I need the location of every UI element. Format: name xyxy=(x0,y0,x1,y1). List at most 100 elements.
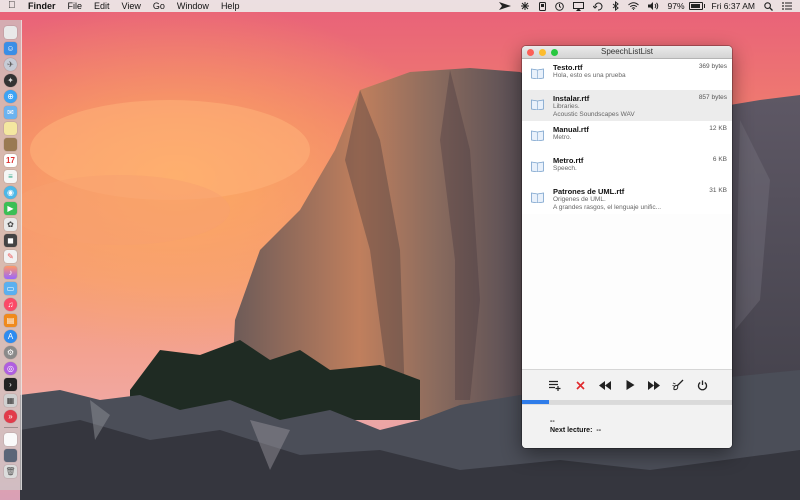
list-item[interactable]: Manual.rtf 12 KB Metro. xyxy=(522,121,732,152)
time-machine-icon[interactable] xyxy=(592,2,603,11)
document-icon xyxy=(531,161,544,172)
brush-icon[interactable] xyxy=(670,377,686,393)
close-window-button[interactable] xyxy=(527,49,534,56)
next-lecture-value: -- xyxy=(596,427,602,434)
window-titlebar[interactable]: SpeechListList xyxy=(522,46,732,59)
trash-icon[interactable]: 🗑 xyxy=(4,464,17,478)
ibooks-icon[interactable]: ▤ xyxy=(4,313,17,327)
drive-icon[interactable] xyxy=(538,1,546,11)
document-icon xyxy=(531,99,544,110)
wifi-icon[interactable] xyxy=(627,2,639,10)
file-name: Testo.rtf xyxy=(553,63,583,72)
messages-icon[interactable]: ◉ xyxy=(4,185,17,199)
list-item[interactable]: Instalar.rtf 857 bytes Libraries. Acoust… xyxy=(522,90,732,121)
battery-fill xyxy=(690,4,701,8)
file-preview-line: A grandes rasgos, el lenguaje unific... xyxy=(553,204,662,211)
menu-app-name[interactable]: Finder xyxy=(28,0,56,12)
traffic-lights xyxy=(527,49,563,56)
speech-list-window: SpeechListList Testo.rtf 369 bytes Hola,… xyxy=(522,46,732,448)
battery-icon[interactable] xyxy=(688,2,705,10)
zoom-window-button[interactable] xyxy=(551,49,558,56)
photo-booth-icon[interactable]: ◼ xyxy=(4,233,17,247)
notes-icon[interactable] xyxy=(4,121,17,135)
mail-icon[interactable]: ✉ xyxy=(4,105,17,119)
safari-icon[interactable]: ⊕ xyxy=(4,89,17,103)
file-name: Instalar.rtf xyxy=(553,94,590,103)
contacts-icon[interactable] xyxy=(4,137,17,151)
file-size: 31 KB xyxy=(709,187,727,194)
file-size: 857 bytes xyxy=(698,94,727,101)
podcast-icon[interactable]: ◎ xyxy=(4,361,17,375)
file-name: Metro.rtf xyxy=(553,156,584,165)
terminal-icon[interactable]: › xyxy=(4,377,17,391)
timer-icon[interactable] xyxy=(554,1,564,11)
dock-separator xyxy=(3,427,18,428)
notification-center-icon[interactable] xyxy=(782,2,792,10)
file-preview-line: Libraries. xyxy=(553,103,580,110)
file-size: 12 KB xyxy=(709,125,727,132)
file-preview-line: Acoustic Soundscapes WAV xyxy=(553,111,635,118)
window-title: SpeechListList xyxy=(600,47,654,56)
clock[interactable]: Fri 6:37 AM xyxy=(712,0,755,12)
calendar-icon[interactable]: 17 xyxy=(4,153,17,167)
current-lecture: -- xyxy=(550,418,555,425)
launchpad-icon[interactable]: ✈ xyxy=(4,57,17,71)
menu-edit[interactable]: Edit xyxy=(94,0,110,12)
finder-icon[interactable] xyxy=(4,25,17,39)
bluetooth-icon[interactable] xyxy=(520,2,530,10)
menu-window[interactable]: Window xyxy=(177,0,209,12)
app-store-icon[interactable]: A xyxy=(4,329,17,343)
playlist-icon[interactable] xyxy=(547,377,563,393)
menu-view[interactable]: View xyxy=(122,0,141,12)
file-name: Patrones de UML.rtf xyxy=(553,187,625,196)
bluetooth-icon[interactable] xyxy=(612,1,619,11)
list-item[interactable]: Testo.rtf 369 bytes Hola, esto es una pr… xyxy=(522,59,732,90)
play-icon[interactable] xyxy=(622,377,638,393)
safari-compass-icon[interactable]: ✦ xyxy=(4,73,17,87)
itunes-icon[interactable]: ♪ xyxy=(4,265,17,279)
volume-icon[interactable] xyxy=(647,2,659,10)
cursor-arrow-icon[interactable] xyxy=(498,2,511,10)
fast-forward-icon[interactable] xyxy=(646,377,662,393)
list-item[interactable]: Patrones de UML.rtf 31 KB Origenes de UM… xyxy=(522,183,732,214)
lecture-info: -- Next lecture: -- xyxy=(522,404,732,448)
menu-file[interactable]: File xyxy=(68,0,83,12)
next-lecture-label: Next lecture: xyxy=(550,427,593,434)
downloads-stack-icon[interactable] xyxy=(4,448,17,462)
menu-go[interactable]: Go xyxy=(153,0,165,12)
rewind-icon[interactable] xyxy=(597,377,613,393)
menu-help[interactable]: Help xyxy=(221,0,240,12)
finder-face-icon[interactable]: ☺ xyxy=(4,41,17,55)
minimize-window-button[interactable] xyxy=(539,49,546,56)
document-icon xyxy=(531,130,544,141)
document-icon xyxy=(531,192,544,203)
keynote-icon[interactable]: ▭ xyxy=(4,281,17,295)
file-preview-line: Origenes de UML. xyxy=(553,196,606,203)
system-preferences-icon[interactable]: ⚙ xyxy=(4,345,17,359)
dock: ☺ ✈ ✦ ⊕ ✉ 17 ≡ ◉ ▶ ✿ ◼ ✎ ♪ ▭ ♫ ▤ A ⚙ ◎ ›… xyxy=(0,20,22,490)
pages-icon[interactable]: ✎ xyxy=(4,249,17,263)
preview-icon[interactable]: ▦ xyxy=(4,393,17,407)
file-size: 369 bytes xyxy=(698,63,727,70)
speech-app-icon[interactable]: » xyxy=(4,409,17,423)
stop-icon[interactable] xyxy=(572,377,588,393)
file-name: Manual.rtf xyxy=(553,125,589,134)
spotlight-search-icon[interactable] xyxy=(764,1,773,11)
power-icon[interactable] xyxy=(694,377,710,393)
photos-icon[interactable]: ✿ xyxy=(4,217,17,231)
facetime-icon[interactable]: ▶ xyxy=(4,201,17,215)
battery-percent[interactable]: 97% xyxy=(668,0,685,12)
file-size: 6 KB xyxy=(712,156,727,163)
document-icon xyxy=(531,68,544,79)
playback-controls xyxy=(522,369,732,400)
file-preview-line: Metro. xyxy=(553,134,572,141)
reminders-icon[interactable]: ≡ xyxy=(4,169,17,183)
document-icon[interactable] xyxy=(4,432,17,446)
airplay-icon[interactable] xyxy=(572,1,584,11)
list-item[interactable]: Metro.rtf 6 KB Speech. xyxy=(522,152,732,183)
file-preview-line: Speech. xyxy=(553,165,577,172)
file-preview-line: Hola, esto es una prueba xyxy=(553,72,626,79)
file-list: Testo.rtf 369 bytes Hola, esto es una pr… xyxy=(522,59,732,369)
apple-menu-icon[interactable]:  xyxy=(8,0,20,12)
music-icon[interactable]: ♫ xyxy=(4,297,17,311)
